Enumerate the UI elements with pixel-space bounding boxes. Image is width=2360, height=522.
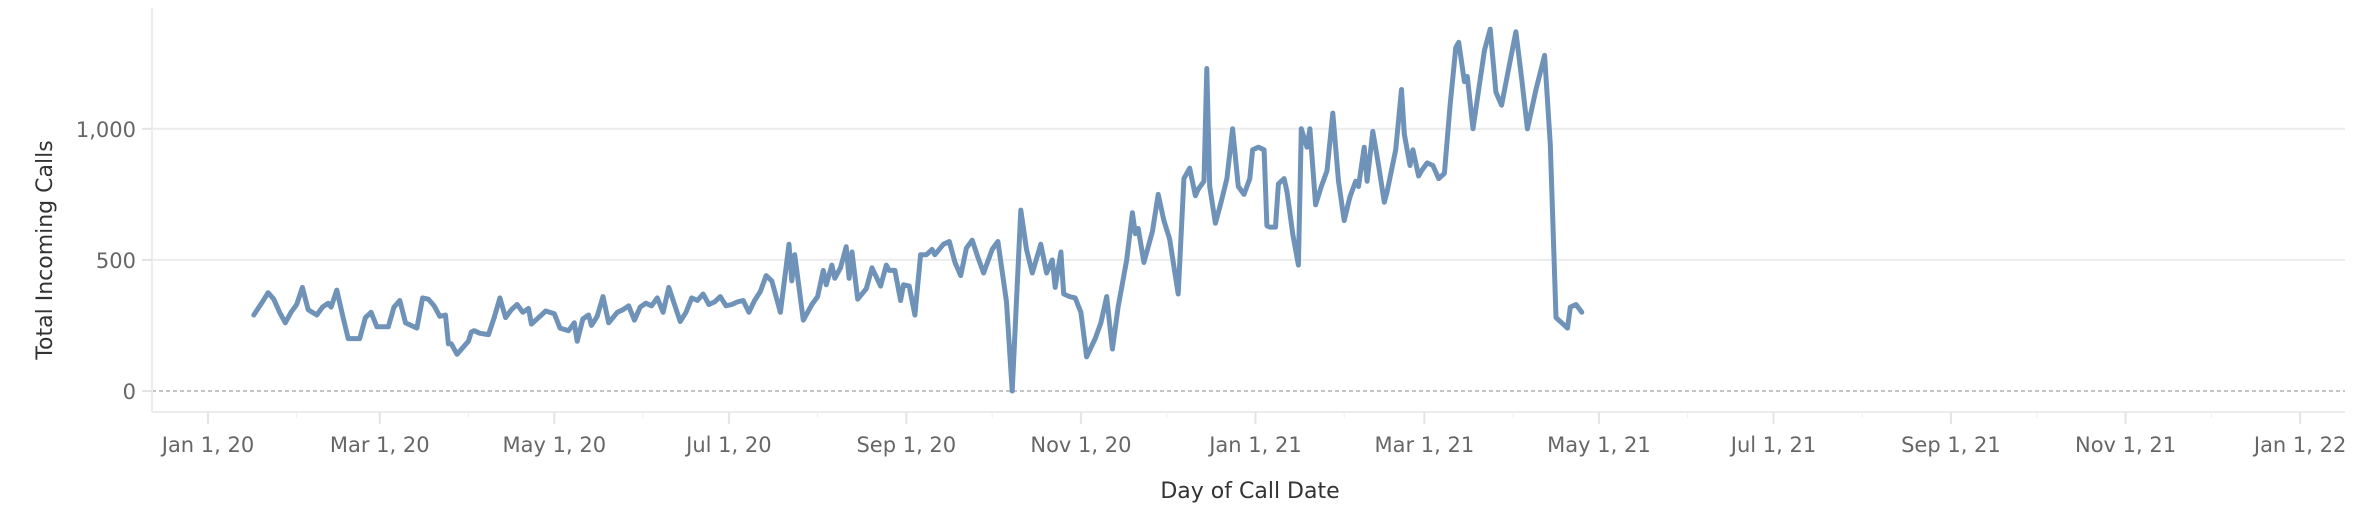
y-tick-label: 1,000 [76, 118, 136, 142]
series-layer [251, 26, 1585, 394]
series-line-total-incoming-calls [251, 26, 1585, 394]
x-tick-label: Mar 1, 20 [330, 433, 430, 457]
line-chart: 0 500 1,000 Jan 1, 20 Mar 1, 20 May 1, 20 Jul … [33, 8, 2346, 504]
x-tick-label: May 1, 20 [503, 433, 607, 457]
x-tick-label: Mar 1, 21 [1374, 433, 1474, 457]
axes [142, 8, 2345, 424]
x-tick-label: Nov 1, 21 [2075, 433, 2176, 457]
y-axis-title: Total Incoming Calls [33, 140, 58, 360]
y-tick-label: 500 [96, 249, 136, 273]
x-tick-label: May 1, 21 [1547, 433, 1651, 457]
x-tick-label: Jan 1, 22 [2252, 433, 2346, 457]
x-tick-label: Jan 1, 21 [1207, 433, 1301, 457]
x-axis-title: Day of Call Date [1160, 479, 1339, 504]
x-tick-label: Nov 1, 20 [1030, 433, 1131, 457]
y-tick-label: 0 [123, 380, 136, 404]
x-tick-label: Jul 1, 20 [684, 433, 771, 457]
x-tick-label: Sep 1, 20 [856, 433, 956, 457]
x-tick-label: Sep 1, 21 [1901, 433, 2001, 457]
x-tick-label: Jul 1, 21 [1729, 433, 1816, 457]
x-tick-label: Jan 1, 20 [160, 433, 254, 457]
